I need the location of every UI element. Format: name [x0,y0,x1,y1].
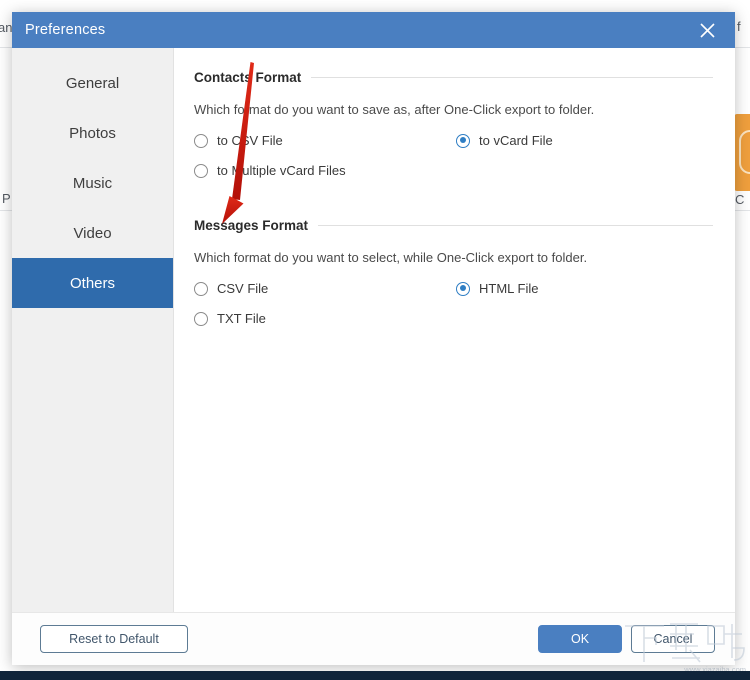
section-description-contacts: Which format do you want to save as, aft… [194,102,713,117]
radio-indicator [194,134,208,148]
settings-content: Contacts Format Which format do you want… [174,48,735,612]
section-header: Messages Format [194,218,713,233]
section-divider [318,225,713,226]
sidebar-item-video[interactable]: Video [12,208,173,258]
radio-indicator [456,134,470,148]
dialog-footer: Reset to Default OK Cancel [12,612,735,665]
footer-actions: OK Cancel [538,625,715,653]
radio-label: to vCard File [479,133,553,148]
sidebar-item-photos[interactable]: Photos [12,108,173,158]
radio-label: CSV File [217,281,268,296]
taskbar-strip [0,671,750,680]
radio-indicator [194,164,208,178]
background-fragment-right-top: f [737,19,741,34]
dialog-title: Preferences [25,22,105,38]
close-icon[interactable] [687,12,727,48]
reset-to-default-button[interactable]: Reset to Default [40,625,188,653]
contacts-format-options: to CSV File to vCard File to Multiple vC… [194,133,713,178]
settings-sidebar: General Photos Music Video Others [12,48,174,612]
section-title-messages: Messages Format [194,218,308,233]
radio-option-html-file[interactable]: HTML File [456,281,713,296]
sidebar-item-music[interactable]: Music [12,158,173,208]
section-messages-format: Messages Format Which format do you want… [194,218,713,326]
background-card-icon [739,130,750,174]
radio-indicator [194,312,208,326]
section-contacts-format: Contacts Format Which format do you want… [194,70,713,178]
sidebar-item-others[interactable]: Others [12,258,173,308]
section-description-messages: Which format do you want to select, whil… [194,250,713,265]
ok-button[interactable]: OK [538,625,622,653]
screen: an P f C Preferences General Photos Musi… [0,0,750,680]
radio-option-txt-file[interactable]: TXT File [194,311,456,326]
section-title-contacts: Contacts Format [194,70,301,85]
preferences-dialog: Preferences General Photos Music Video O… [12,12,735,665]
radio-label: to CSV File [217,133,283,148]
radio-label: HTML File [479,281,538,296]
dialog-titlebar: Preferences [12,12,735,48]
section-header: Contacts Format [194,70,713,85]
background-fragment-left-top: an [0,20,12,35]
radio-option-to-multiple-vcard-files[interactable]: to Multiple vCard Files [194,163,456,178]
sidebar-item-general[interactable]: General [12,58,173,108]
radio-option-to-vcard-file[interactable]: to vCard File [456,133,713,148]
radio-label: to Multiple vCard Files [217,163,346,178]
dialog-body: General Photos Music Video Others Contac… [12,48,735,612]
section-divider [311,77,713,78]
radio-indicator [456,282,470,296]
cancel-button[interactable]: Cancel [631,625,715,653]
background-fragment-left-mid: P [2,191,11,206]
background-accent-card [734,114,750,191]
radio-label: TXT File [217,311,266,326]
radio-option-to-csv-file[interactable]: to CSV File [194,133,456,148]
radio-indicator [194,282,208,296]
background-fragment-right-mid: C [735,192,744,207]
radio-option-csv-file[interactable]: CSV File [194,281,456,296]
messages-format-options: CSV File HTML File TXT File [194,281,713,326]
